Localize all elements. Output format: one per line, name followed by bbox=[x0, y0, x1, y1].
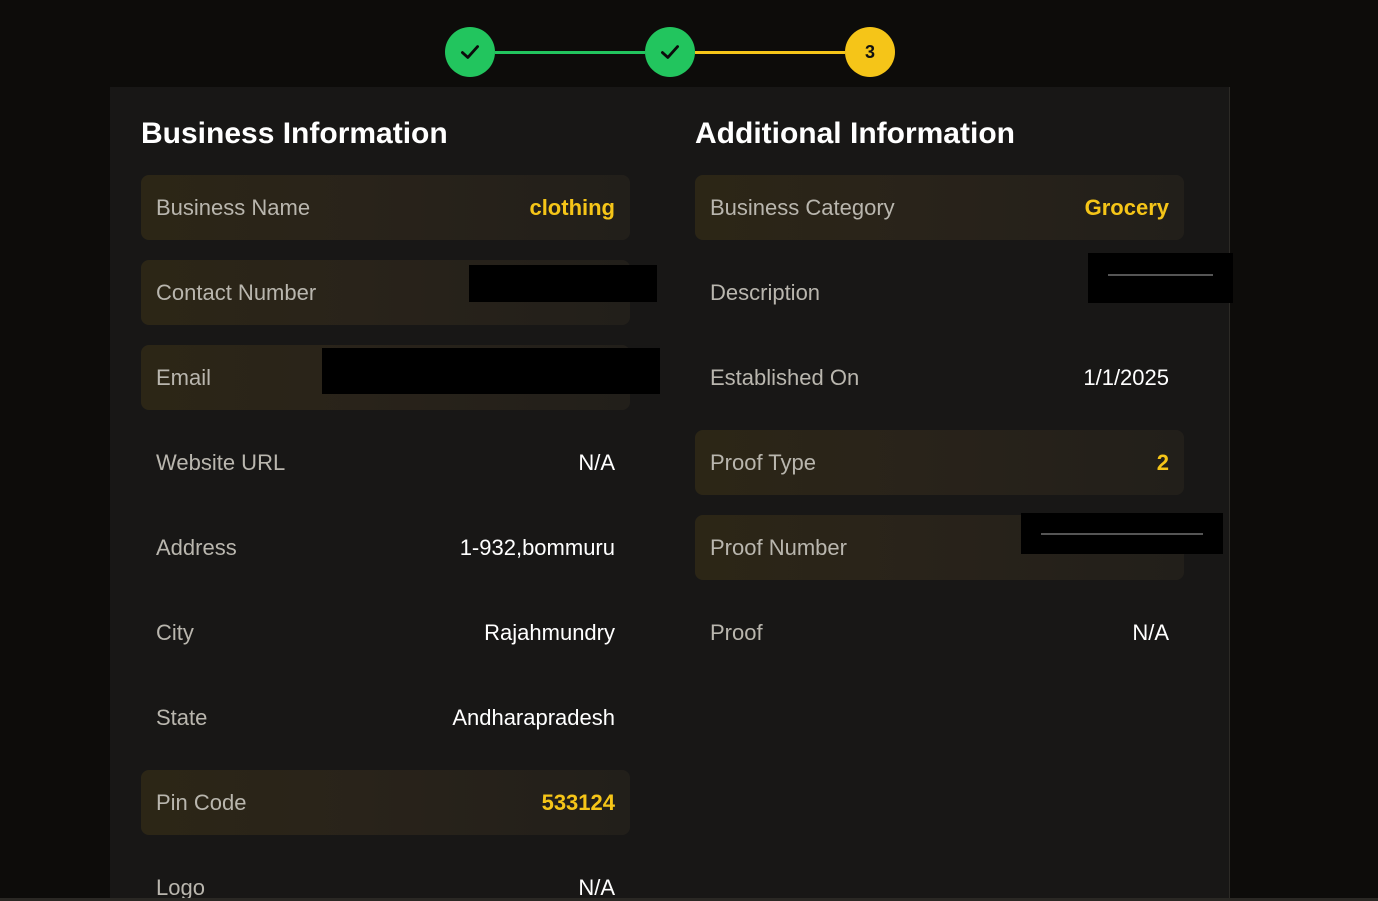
check-icon bbox=[461, 45, 479, 59]
redaction-box-email bbox=[322, 348, 660, 394]
field-business-category: Business Category Grocery bbox=[695, 175, 1184, 240]
field-label: Proof Type bbox=[710, 449, 816, 475]
field-city: City Rajahmundry bbox=[141, 600, 630, 665]
field-business-name: Business Name clothing bbox=[141, 175, 630, 240]
step-2-complete bbox=[645, 27, 695, 77]
field-label: Pin Code bbox=[156, 789, 247, 815]
redaction-box-contact-number bbox=[469, 265, 657, 302]
field-logo: Logo N/A bbox=[141, 855, 630, 901]
field-proof: Proof N/A bbox=[695, 600, 1184, 665]
field-website-url: Website URL N/A bbox=[141, 430, 630, 495]
stepper-connector-completed bbox=[495, 51, 645, 54]
field-label: City bbox=[156, 619, 194, 645]
review-card: Business Information Business Name cloth… bbox=[110, 87, 1230, 901]
field-label: Proof bbox=[710, 619, 763, 645]
field-state: State Andharapradesh bbox=[141, 685, 630, 750]
field-value: N/A bbox=[578, 874, 615, 900]
field-label: Business Category bbox=[710, 194, 895, 220]
step-1-complete bbox=[445, 27, 495, 77]
field-value: 1/1/2025 bbox=[1083, 364, 1169, 390]
section-title: Additional Information bbox=[695, 117, 1015, 150]
stepper-connector-active bbox=[695, 51, 845, 54]
field-value: N/A bbox=[578, 449, 615, 475]
field-label: Logo bbox=[156, 874, 205, 900]
field-label: Address bbox=[156, 534, 237, 560]
field-proof-type: Proof Type 2 bbox=[695, 430, 1184, 495]
section-title: Business Information bbox=[141, 117, 448, 150]
field-label: Email bbox=[156, 364, 212, 390]
field-value: 2 bbox=[1156, 449, 1169, 475]
field-address: Address 1-932,bommuru bbox=[141, 515, 630, 580]
field-value: clothing bbox=[529, 194, 615, 220]
field-value: 1-932,bommuru bbox=[459, 534, 615, 560]
field-value: 533124 bbox=[541, 789, 615, 815]
redaction-box-proof-number bbox=[1021, 513, 1223, 554]
field-value: Rajahmundry bbox=[484, 619, 615, 645]
field-established-on: Established On 1/1/2025 bbox=[695, 345, 1184, 410]
progress-stepper: 3 bbox=[445, 27, 895, 77]
field-label: Description bbox=[710, 279, 821, 305]
field-label: Website URL bbox=[156, 449, 286, 475]
field-label: Contact Number bbox=[156, 279, 317, 305]
redaction-box-description bbox=[1088, 253, 1233, 303]
field-label: State bbox=[156, 704, 208, 730]
field-pin-code: Pin Code 533124 bbox=[141, 770, 630, 835]
field-label: Established On bbox=[710, 364, 860, 390]
field-label: Business Name bbox=[156, 194, 311, 220]
field-value: Grocery bbox=[1084, 194, 1169, 220]
step-number: 3 bbox=[864, 41, 875, 62]
field-value: N/A bbox=[1132, 619, 1169, 645]
step-3-current: 3 bbox=[845, 27, 895, 77]
check-icon bbox=[661, 45, 679, 59]
field-label: Proof Number bbox=[710, 534, 847, 560]
field-value: Andharapradesh bbox=[452, 704, 615, 730]
